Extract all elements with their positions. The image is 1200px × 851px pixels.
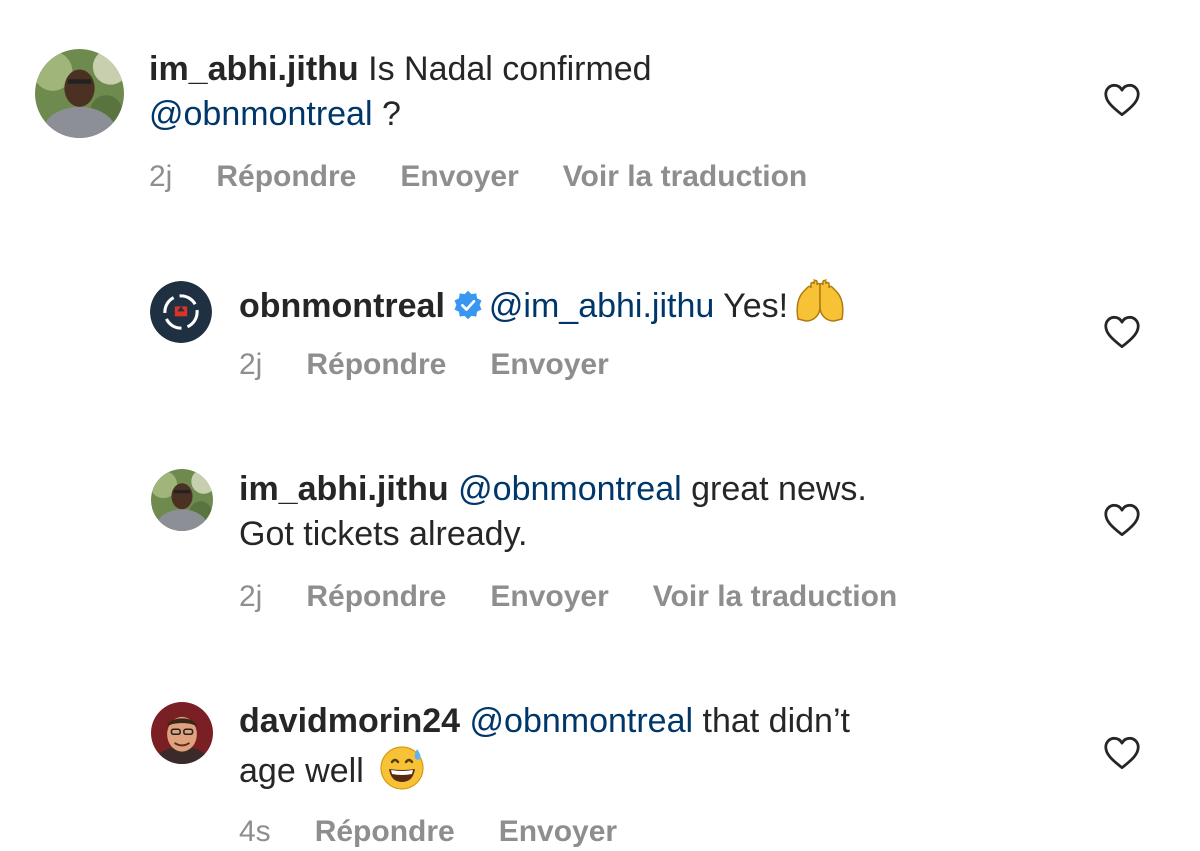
reply-button[interactable]: Répondre — [306, 348, 446, 381]
send-button[interactable]: Envoyer — [490, 348, 608, 381]
comment-4: davidmorin24 @obnmontreal that didn’t ag… — [0, 660, 1200, 851]
grinning-face-with-sweat-emoji-icon — [380, 746, 424, 790]
heart-icon[interactable] — [1103, 503, 1141, 537]
comment-body: im_abhi.jithu @obnmontreal great news. G… — [239, 467, 1079, 557]
comment-text: great news. — [681, 470, 867, 508]
mention-link[interactable]: @obnmontreal — [149, 95, 373, 133]
comment-body: obnmontreal @im_abhi.jithu Yes! — [239, 279, 1079, 329]
username[interactable]: im_abhi.jithu — [149, 50, 359, 88]
send-button[interactable]: Envoyer — [499, 815, 617, 848]
obnmontreal-logo — [150, 281, 212, 343]
avatar[interactable] — [151, 469, 213, 531]
comment-text: that didn’t — [693, 702, 850, 740]
comment-body: im_abhi.jithu Is Nadal confirmed @obnmon… — [149, 47, 1069, 137]
send-button[interactable]: Envoyer — [400, 160, 518, 193]
avatar-photo — [151, 469, 213, 531]
verified-badge-icon — [454, 290, 482, 320]
mention-link[interactable]: @obnmontreal — [458, 470, 682, 508]
timestamp: 2j — [149, 160, 173, 193]
comment-meta: 2j Répondre Envoyer Voir la traduction — [239, 580, 941, 614]
raising-hands-emoji-icon — [796, 279, 844, 322]
comment-1: im_abhi.jithu Is Nadal confirmed @obnmon… — [0, 0, 1200, 230]
username[interactable]: davidmorin24 — [239, 702, 460, 740]
timestamp: 2j — [239, 580, 263, 613]
send-button[interactable]: Envoyer — [490, 580, 608, 613]
heart-icon[interactable] — [1103, 736, 1141, 770]
reply-button[interactable]: Répondre — [216, 160, 356, 193]
timestamp: 4s — [239, 815, 271, 848]
comment-text: age well — [239, 752, 364, 790]
avatar[interactable] — [150, 281, 212, 343]
comment-text: Is Nadal confirmed — [358, 50, 652, 88]
comment-text: Got tickets already. — [239, 515, 528, 553]
heart-icon[interactable] — [1103, 83, 1141, 117]
mention-link[interactable]: @obnmontreal — [470, 702, 694, 740]
username[interactable]: im_abhi.jithu — [239, 470, 449, 508]
reply-button[interactable]: Répondre — [306, 580, 446, 613]
comment-meta: 2j Répondre Envoyer — [239, 348, 653, 382]
comment-meta: 2j Répondre Envoyer Voir la traduction — [149, 160, 851, 194]
timestamp: 2j — [239, 348, 263, 381]
heart-icon[interactable] — [1103, 315, 1141, 349]
avatar-photo — [151, 702, 213, 764]
comment-text: Yes! — [714, 287, 789, 325]
avatar[interactable] — [151, 702, 213, 764]
see-translation-button[interactable]: Voir la traduction — [563, 160, 807, 193]
comment-text: ? — [372, 95, 401, 133]
username[interactable]: obnmontreal — [239, 287, 445, 325]
avatar-photo — [35, 49, 124, 138]
avatar[interactable] — [35, 49, 124, 138]
reply-button[interactable]: Répondre — [315, 815, 455, 848]
comment-body: davidmorin24 @obnmontreal that didn’t ag… — [239, 699, 1079, 794]
comment-3: im_abhi.jithu @obnmontreal great news. G… — [0, 420, 1200, 660]
see-translation-button[interactable]: Voir la traduction — [653, 580, 897, 613]
comment-2: obnmontreal @im_abhi.jithu Yes! 2j Répondr… — [0, 230, 1200, 420]
comment-meta: 4s Répondre Envoyer — [239, 815, 661, 849]
mention-link[interactable]: @im_abhi.jithu — [489, 287, 714, 325]
